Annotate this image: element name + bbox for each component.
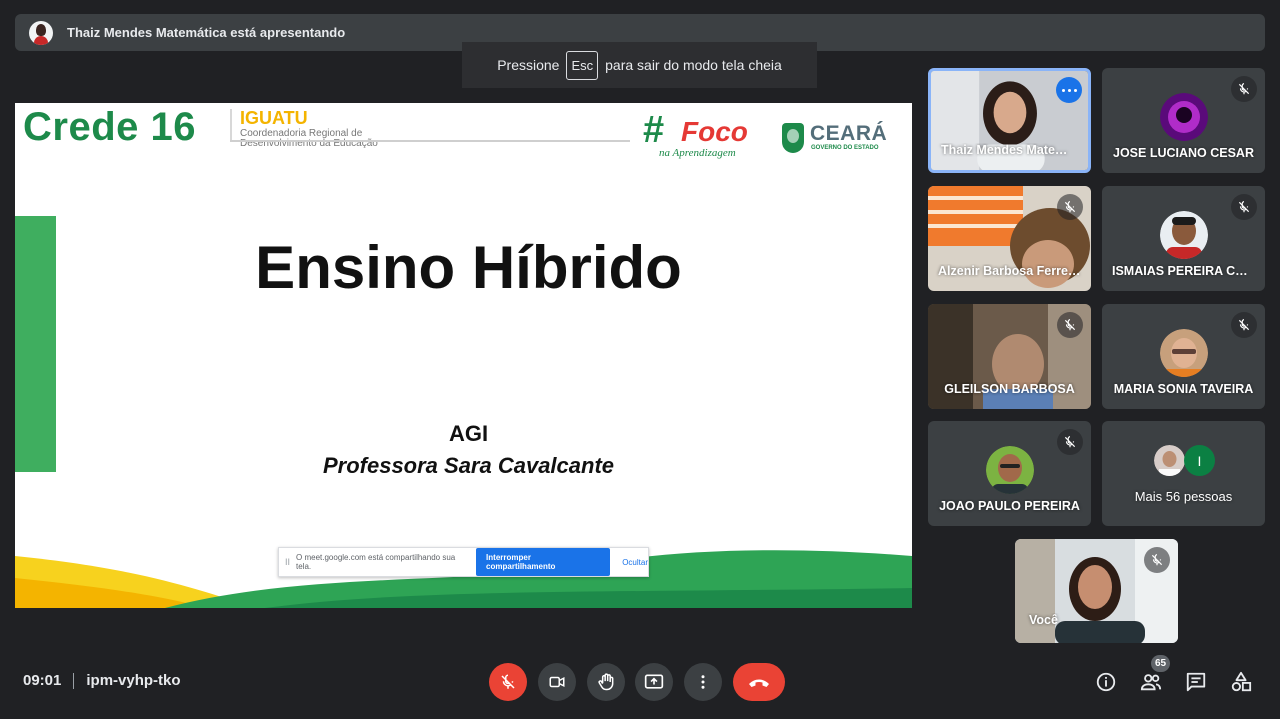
meeting-info: 09:01 ipm-vyhp-tko	[23, 672, 181, 689]
participant-name: Alzenir Barbosa Ferreira	[938, 264, 1084, 278]
participant-name: GLEILSON BARBOSA	[944, 382, 1075, 396]
foco-hash: #	[643, 109, 665, 151]
camera-icon	[549, 676, 565, 688]
screen-share-notice: II O meet.google.com está compartilhando…	[278, 547, 649, 577]
more-participants-tile[interactable]: I Mais 56 pessoas	[1102, 421, 1265, 526]
participant-tile[interactable]: GLEILSON BARBOSA	[928, 304, 1091, 409]
hang-up-icon	[749, 679, 769, 687]
ceara-word: CEARÁ	[810, 122, 888, 145]
people-icon	[1140, 674, 1162, 691]
participant-avatar	[1154, 445, 1185, 476]
meeting-details-button[interactable]	[1093, 669, 1119, 695]
meeting-code: ipm-vyhp-tko	[86, 672, 181, 689]
self-view-tile[interactable]: Você	[1015, 539, 1178, 643]
toast-prefix: Pressione	[497, 57, 560, 73]
mic-off-icon	[501, 674, 515, 689]
participant-avatar	[1159, 211, 1208, 259]
activities-button[interactable]	[1228, 669, 1254, 695]
mic-off-icon	[1231, 194, 1257, 220]
foco-subtitle: na Aprendizagem	[659, 147, 736, 159]
ceara-shield-icon	[782, 123, 804, 153]
participant-tile[interactable]: ISMAIAS PEREIRA COSTA	[1102, 186, 1265, 291]
meeting-time: 09:01	[23, 672, 62, 689]
participant-name: JOSE LUCIANO CESAR	[1113, 146, 1254, 160]
slide-professor: Professora Sara Cavalcante	[322, 453, 615, 478]
foco-word: Foco	[681, 116, 748, 147]
participant-avatar	[1159, 93, 1208, 141]
participant-avatar	[985, 446, 1034, 494]
participant-tile[interactable]: Alzenir Barbosa Ferreira	[928, 186, 1091, 291]
participant-name: MARIA SONIA TAVEIRA	[1113, 382, 1254, 396]
shared-screen: Crede 16 IGUATU Coordenadoria Regional d…	[15, 103, 912, 608]
participant-tile[interactable]: Thaiz Mendes Matemática	[928, 68, 1091, 173]
activities-icon	[1231, 671, 1252, 692]
iguatu-subtitle: Coordenadoria Regional de Desenvolviment…	[240, 128, 378, 149]
toast-suffix: para sair do modo tela cheia	[605, 57, 782, 73]
slide-agi: AGI	[448, 421, 489, 446]
slide-title: Ensino Híbrido	[255, 234, 682, 301]
meet-window: Thaiz Mendes Matemática está apresentand…	[0, 0, 1280, 719]
participant-name: ISMAIAS PEREIRA COSTA	[1112, 264, 1265, 278]
camera-toggle-button[interactable]	[538, 663, 576, 701]
info-icon	[1096, 672, 1116, 692]
iguatu-logo: IGUATU	[240, 108, 308, 128]
mic-off-icon	[1144, 547, 1170, 573]
stop-sharing-button[interactable]: Interromper compartilhamento	[476, 548, 611, 576]
chat-button[interactable]	[1183, 669, 1209, 695]
header-divider	[230, 109, 232, 142]
leave-call-button[interactable]	[733, 663, 785, 701]
mic-off-icon	[1057, 429, 1083, 455]
participant-tile[interactable]: JOAO PAULO PEREIRA	[928, 421, 1091, 526]
mic-off-icon	[1231, 312, 1257, 338]
mic-toggle-button[interactable]	[489, 663, 527, 701]
presenter-banner-text: Thaiz Mendes Matemática está apresentand…	[67, 25, 346, 40]
more-options-button[interactable]	[684, 663, 722, 701]
foco-logo: # Foco na Aprendizagem	[643, 111, 761, 163]
more-vert-icon	[701, 675, 705, 689]
more-options-button[interactable]	[1056, 77, 1082, 103]
participant-initial-avatar: I	[1184, 445, 1215, 476]
participant-tile[interactable]: JOSE LUCIANO CESAR	[1102, 68, 1265, 173]
drag-handle-icon[interactable]: II	[285, 557, 290, 567]
header-rule	[230, 140, 630, 142]
mic-off-icon	[1231, 76, 1257, 102]
more-participants-label: Mais 56 pessoas	[1134, 489, 1233, 504]
participant-avatar	[1159, 329, 1208, 377]
esc-key: Esc	[566, 50, 599, 80]
chat-icon	[1186, 672, 1206, 692]
crede-logo: Crede 16	[23, 105, 196, 149]
mic-off-icon	[1057, 194, 1083, 220]
self-name: Você	[1029, 613, 1058, 627]
participant-tile[interactable]: MARIA SONIA TAVEIRA	[1102, 304, 1265, 409]
participant-name: Thaiz Mendes Matemática	[941, 143, 1088, 157]
present-icon	[644, 674, 664, 689]
hide-notice-link[interactable]: Ocultar	[622, 558, 648, 567]
participant-count-badge: 65	[1151, 655, 1170, 672]
presenter-avatar	[29, 20, 53, 45]
participants-button[interactable]	[1138, 669, 1164, 695]
present-screen-button[interactable]	[635, 663, 673, 701]
ceara-logo: CEARÁ GOVERNO DO ESTADO	[782, 121, 892, 157]
participant-name: JOAO PAULO PEREIRA	[939, 499, 1080, 513]
hand-icon	[598, 673, 614, 691]
fullscreen-toast: Pressione Esc para sair do modo tela che…	[462, 42, 817, 88]
mic-off-icon	[1057, 312, 1083, 338]
share-notice-message: O meet.google.com está compartilhando su…	[296, 553, 456, 571]
raise-hand-button[interactable]	[587, 663, 625, 701]
info-divider	[73, 672, 75, 689]
ceara-subtitle: GOVERNO DO ESTADO	[811, 145, 879, 151]
